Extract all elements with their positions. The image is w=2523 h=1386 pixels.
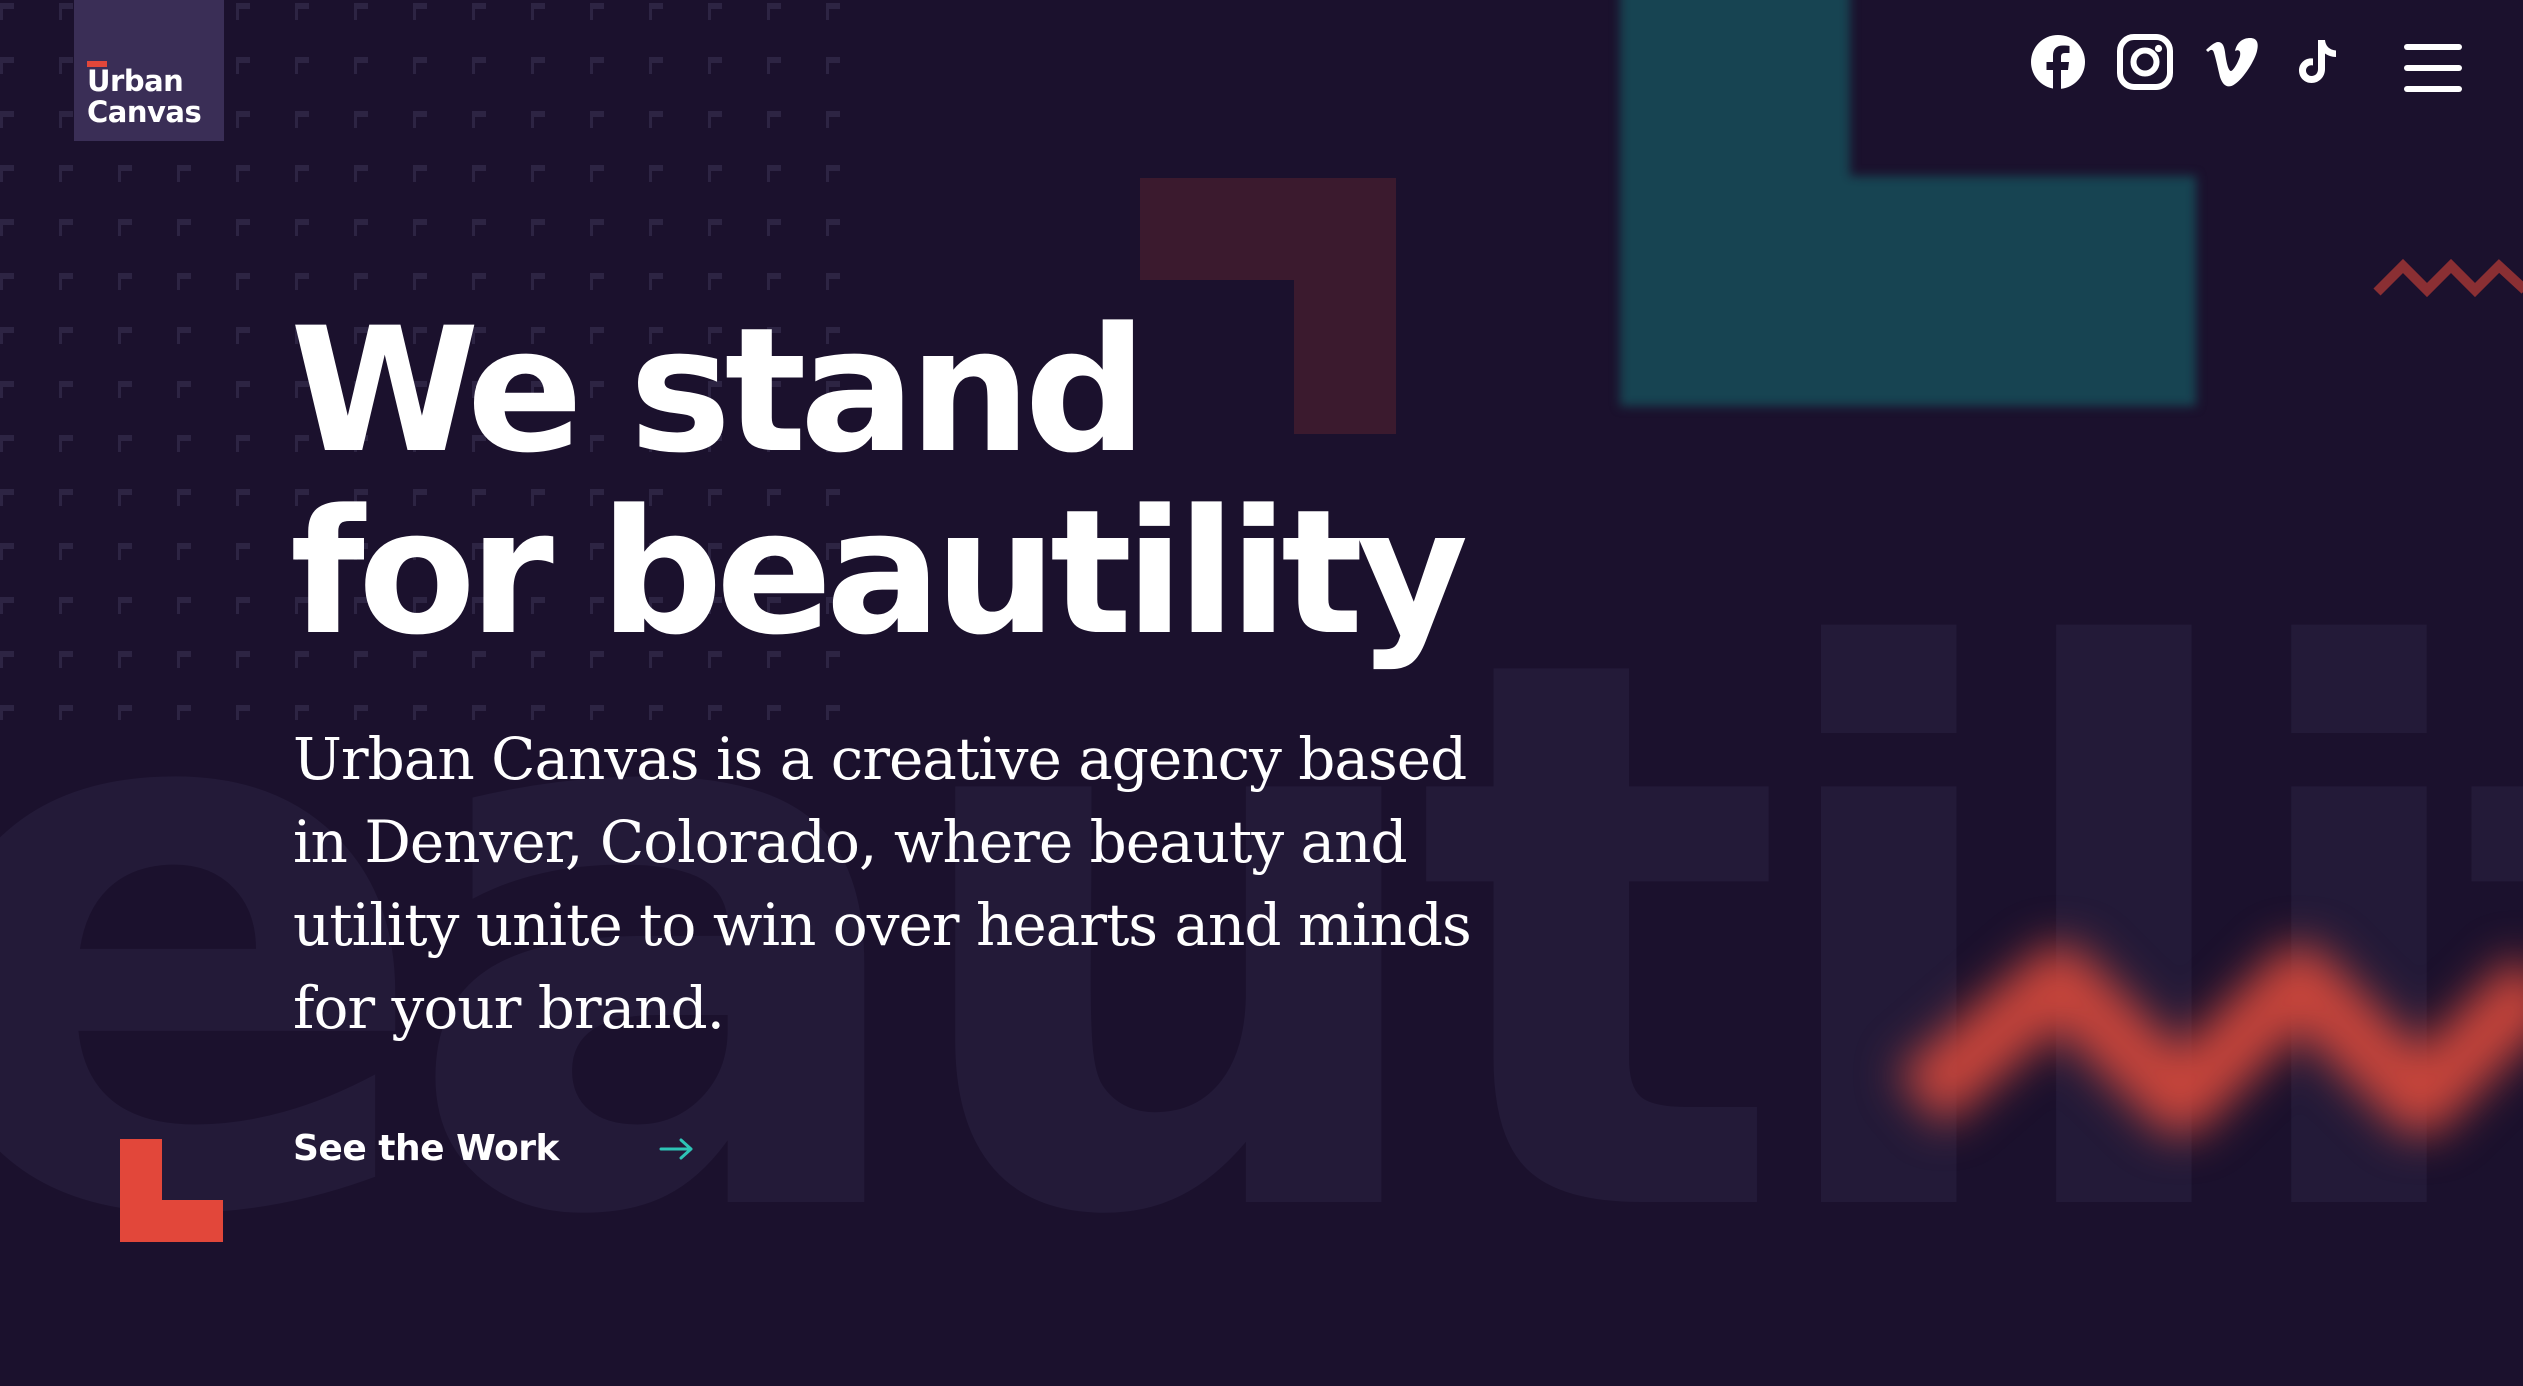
headline-line-1: We stand — [290, 290, 1147, 491]
tiktok-icon[interactable] — [2291, 34, 2347, 90]
zigzag-shape — [2373, 258, 2523, 298]
logo-line-2: Canvas — [87, 95, 202, 129]
red-shape — [120, 1139, 223, 1242]
social-links — [2030, 34, 2347, 90]
logo-wordmark: Urban Canvas — [87, 64, 202, 129]
vimeo-icon[interactable] — [2204, 34, 2260, 90]
logo[interactable]: Urban Canvas — [74, 0, 224, 141]
instagram-icon[interactable] — [2117, 34, 2173, 90]
page: eautility Urban Canvas — [0, 0, 2523, 1386]
logo-line-1: Urban — [87, 64, 184, 98]
cta-label: See the Work — [293, 1128, 559, 1169]
hero-headline: We stand for beautility — [290, 290, 1468, 673]
see-the-work-link[interactable]: See the Work — [293, 1128, 695, 1169]
blurred-zigzag-shape — [1897, 945, 2523, 1135]
hero-description: Urban Canvas is a creative agency based … — [293, 725, 1472, 1042]
arrow-right-icon — [659, 1138, 693, 1159]
hamburger-menu-icon[interactable] — [2404, 44, 2462, 94]
facebook-icon[interactable] — [2030, 34, 2086, 90]
headline-line-2: for beautility — [290, 472, 1468, 673]
